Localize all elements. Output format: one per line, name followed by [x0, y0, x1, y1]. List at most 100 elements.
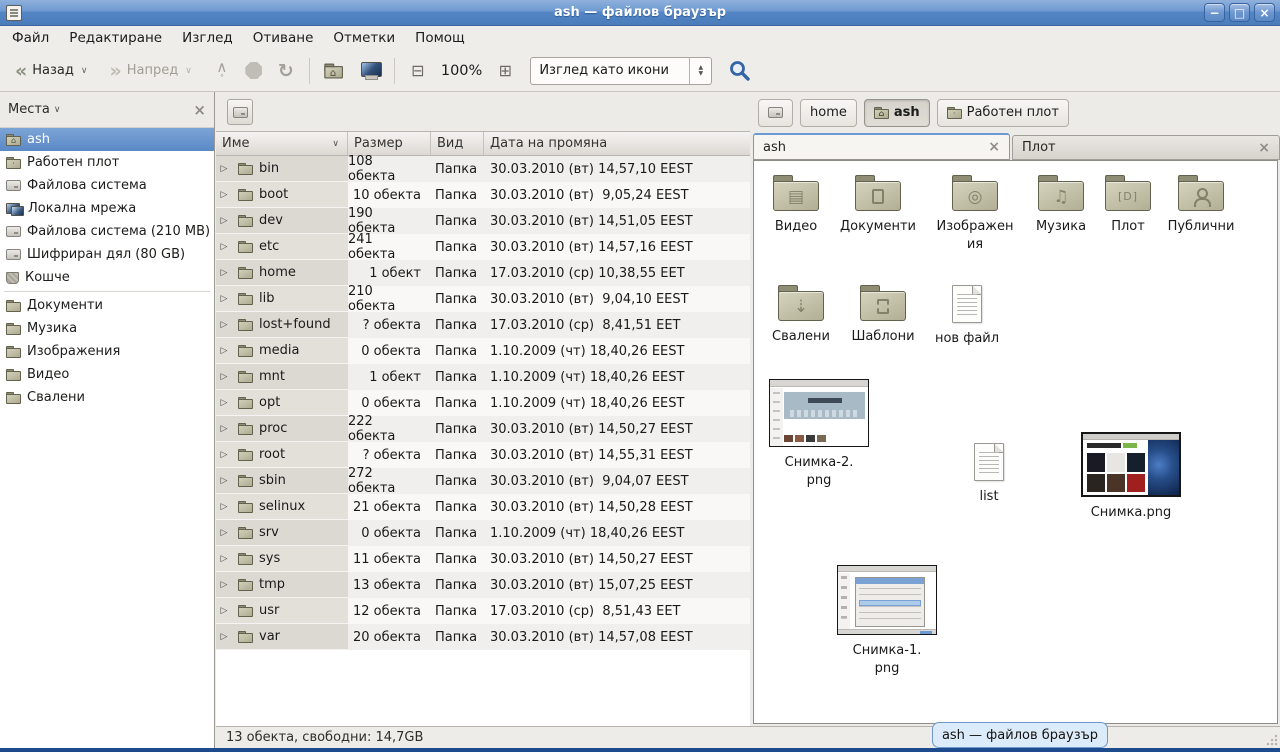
view-mode-select[interactable]: Изглед като икони ▲▼: [530, 57, 712, 85]
menu-item-go[interactable]: Отиване: [243, 26, 324, 50]
icon-view[interactable]: ▤ВидеоДокументи◎Изображен ия♫Музика[D]Пл…: [753, 160, 1278, 724]
menu-item-file[interactable]: Файл: [2, 26, 59, 50]
expander-icon[interactable]: ▷: [216, 164, 232, 174]
column-header-size[interactable]: Размер: [348, 132, 431, 155]
column-header-type[interactable]: Вид: [431, 132, 484, 155]
expander-icon[interactable]: ▷: [216, 580, 232, 590]
sidebar-item-home[interactable]: ⌂ash: [0, 128, 214, 151]
table-row-etc[interactable]: ▷etc241 обектаПапка30.03.2010 (вт) 14,57…: [216, 234, 750, 260]
tab-plot[interactable]: Плот×: [1012, 135, 1280, 160]
table-row-var[interactable]: ▷var20 обектаПапка30.03.2010 (вт) 14,57,…: [216, 624, 750, 650]
zoom-out-button[interactable]: ⊟: [403, 56, 433, 86]
expander-icon[interactable]: ▷: [216, 190, 232, 200]
computer-button[interactable]: [356, 56, 386, 86]
expander-icon[interactable]: ▷: [216, 450, 232, 460]
menu-item-bookmarks[interactable]: Отметки: [323, 26, 405, 50]
table-row-lib[interactable]: ▷lib210 обектаПапка30.03.2010 (вт) 9,04,…: [216, 286, 750, 312]
expander-icon[interactable]: ▷: [216, 268, 232, 278]
forward-button[interactable]: » Напред ∨: [102, 59, 198, 82]
sidebar-title[interactable]: Места: [8, 102, 50, 117]
expander-icon[interactable]: ▷: [216, 372, 232, 382]
expander-icon[interactable]: ▷: [216, 632, 232, 642]
file-item-list[interactable]: list: [944, 443, 1034, 506]
root-location-button[interactable]: [227, 99, 253, 125]
sidebar-item-filesystem-210mb[interactable]: Файлова система (210 MB): [0, 220, 214, 243]
table-row-media[interactable]: ▷media0 обектаПапка1.10.2009 (чт) 18,40,…: [216, 338, 750, 364]
file-item-documents[interactable]: Документи: [833, 175, 923, 236]
table-row-selinux[interactable]: ▷selinux21 обектаПапка30.03.2010 (вт) 14…: [216, 494, 750, 520]
file-item-videos[interactable]: ▤Видео: [753, 175, 841, 236]
table-row-proc[interactable]: ▷proc222 обектаПапка30.03.2010 (вт) 14,5…: [216, 416, 750, 442]
file-item-snimka-2[interactable]: Снимка-2. png: [767, 379, 871, 489]
tab-close-icon[interactable]: ×: [980, 139, 1000, 155]
column-header-name[interactable]: Име ∨: [216, 132, 348, 155]
back-button[interactable]: « Назад ∨: [8, 59, 94, 82]
menu-item-edit[interactable]: Редактиране: [59, 26, 172, 50]
breadcrumb-root-drive[interactable]: [758, 99, 793, 127]
sidebar-item-documents[interactable]: Документи: [0, 294, 214, 317]
table-row-boot[interactable]: ▷boot10 обектаПапка30.03.2010 (вт) 9,05,…: [216, 182, 750, 208]
close-button[interactable]: ×: [1254, 3, 1275, 22]
column-header-date[interactable]: Дата на промяна: [484, 132, 750, 155]
forward-dropdown-icon[interactable]: ∨: [185, 66, 192, 76]
resize-grip[interactable]: [1266, 734, 1278, 746]
table-row-usr[interactable]: ▷usr12 обектаПапка17.03.2010 (ср) 8,51,4…: [216, 598, 750, 624]
table-row-sys[interactable]: ▷sys11 обектаПапка30.03.2010 (вт) 14,50,…: [216, 546, 750, 572]
table-row-tmp[interactable]: ▷tmp13 обектаПапка30.03.2010 (вт) 15,07,…: [216, 572, 750, 598]
tab-close-icon[interactable]: ×: [1250, 140, 1270, 156]
menu-item-help[interactable]: Помощ: [405, 26, 475, 50]
expander-icon[interactable]: ▷: [216, 424, 232, 434]
sidebar-item-desktop[interactable]: ·Работен плот: [0, 151, 214, 174]
zoom-in-button[interactable]: ⊞: [490, 56, 520, 86]
reload-button[interactable]: ↻: [271, 56, 301, 86]
sidebar-item-videos[interactable]: Видео: [0, 363, 214, 386]
sidebar-chevron-icon[interactable]: ∨: [54, 105, 61, 115]
table-row-root[interactable]: ▷root? обектаПапка30.03.2010 (вт) 14,55,…: [216, 442, 750, 468]
view-mode-spinner-icon[interactable]: ▲▼: [689, 58, 711, 84]
file-item-public[interactable]: Публични: [1156, 175, 1246, 236]
expander-icon[interactable]: ▷: [216, 398, 232, 408]
table-row-lost+found[interactable]: ▷lost+found? обектаПапка17.03.2010 (ср) …: [216, 312, 750, 338]
breadcrumb-ash[interactable]: ⌂ash: [864, 99, 930, 127]
sidebar-close-icon[interactable]: ×: [193, 101, 206, 119]
sidebar-item-filesystem[interactable]: Файлова система: [0, 174, 214, 197]
sidebar-item-encrypted-80gb[interactable]: Шифриран дял (80 GB): [0, 243, 214, 266]
back-dropdown-icon[interactable]: ∨: [81, 66, 88, 76]
home-button[interactable]: ⌂: [314, 52, 352, 90]
table-row-mnt[interactable]: ▷mnt1 обектПапка1.10.2009 (чт) 18,40,26 …: [216, 364, 750, 390]
sidebar-item-pictures[interactable]: Изображения: [0, 340, 214, 363]
stop-button[interactable]: [239, 56, 269, 86]
menu-item-view[interactable]: Изглед: [172, 26, 243, 50]
expander-icon[interactable]: ▷: [216, 294, 232, 304]
expander-icon[interactable]: ▷: [216, 502, 232, 512]
expander-icon[interactable]: ▷: [216, 320, 232, 330]
sidebar-item-trash[interactable]: Кошче: [0, 266, 214, 289]
table-row-srv[interactable]: ▷srv0 обектаПапка1.10.2009 (чт) 18,40,26…: [216, 520, 750, 546]
file-item-downloads[interactable]: ⇣Свалени: [756, 285, 846, 346]
search-button[interactable]: [724, 56, 754, 86]
sidebar-item-music[interactable]: Музика: [0, 317, 214, 340]
table-row-bin[interactable]: ▷bin108 обектаПапка30.03.2010 (вт) 14,57…: [216, 156, 750, 182]
sidebar-item-network[interactable]: Локална мрежа: [0, 197, 214, 220]
up-button[interactable]: ∧∘: [207, 56, 237, 86]
expander-icon[interactable]: ▷: [216, 242, 232, 252]
table-row-dev[interactable]: ▷dev190 обектаПапка30.03.2010 (вт) 14,51…: [216, 208, 750, 234]
file-item-templates[interactable]: Шаблони: [838, 285, 928, 346]
table-row-home[interactable]: ▷home1 обектПапка17.03.2010 (ср) 10,38,5…: [216, 260, 750, 286]
expander-icon[interactable]: ▷: [216, 476, 232, 486]
file-item-snimka[interactable]: Снимка.png: [1079, 432, 1183, 522]
table-row-opt[interactable]: ▷opt0 обектаПапка1.10.2009 (чт) 18,40,26…: [216, 390, 750, 416]
file-item-snimka-1[interactable]: Снимка-1. png: [835, 565, 939, 677]
file-item-new-file[interactable]: нов файл: [922, 285, 1012, 348]
breadcrumb-desktop[interactable]: ·Работен плот: [937, 99, 1069, 127]
tab-ash[interactable]: ash×: [753, 133, 1010, 160]
expander-icon[interactable]: ▷: [216, 346, 232, 356]
minimize-button[interactable]: −: [1204, 3, 1225, 22]
expander-icon[interactable]: ▷: [216, 606, 232, 616]
expander-icon[interactable]: ▷: [216, 554, 232, 564]
table-row-sbin[interactable]: ▷sbin272 обектаПапка30.03.2010 (вт) 9,04…: [216, 468, 750, 494]
file-item-pictures[interactable]: ◎Изображен ия: [930, 175, 1020, 253]
expander-icon[interactable]: ▷: [216, 528, 232, 538]
expander-icon[interactable]: ▷: [216, 216, 232, 226]
sidebar-item-downloads[interactable]: Свалени: [0, 386, 214, 409]
